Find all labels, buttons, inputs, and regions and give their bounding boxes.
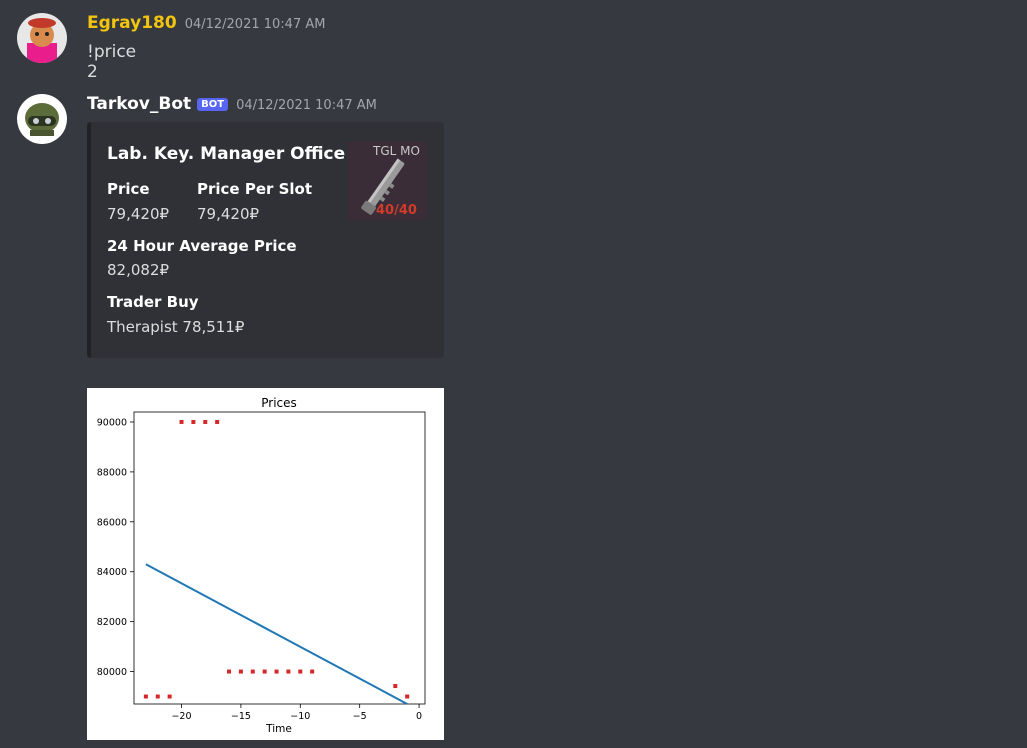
y-tick-label: 80000 — [97, 667, 127, 678]
price-chart-image[interactable]: Prices Time −20 −15 −10 −5 0 80000 82000 84000 8… — [87, 388, 444, 740]
price-point — [215, 419, 220, 424]
plot-frame — [133, 411, 426, 705]
x-tick-label: 0 — [416, 711, 422, 722]
price-point — [203, 419, 208, 424]
price-point — [262, 669, 267, 674]
price-point — [191, 419, 196, 424]
price-point — [310, 669, 315, 674]
field-trader-buy-name: Trader Buy — [107, 293, 199, 311]
user-avatar[interactable] — [17, 13, 67, 63]
price-point — [238, 669, 243, 674]
price-embed: Lab. Key. Manager Office Price 79,420₽ P… — [87, 122, 444, 358]
price-point — [167, 694, 172, 699]
y-tick-label: 86000 — [97, 517, 127, 528]
price-point — [179, 419, 184, 424]
chart-title: Prices — [261, 396, 297, 410]
price-point — [393, 684, 398, 689]
y-tick-label: 82000 — [97, 617, 127, 628]
message-content: !price 2 — [87, 42, 137, 82]
field-price-name: Price — [107, 180, 150, 198]
field-avg-price-name: 24 Hour Average Price — [107, 237, 297, 255]
timestamp: 04/12/2021 10:47 AM — [184, 17, 326, 32]
username[interactable]: Egray180 — [87, 13, 177, 33]
x-tick-label: −5 — [353, 711, 367, 722]
item-thumbnail[interactable]: TGL MO 40/40 — [348, 141, 427, 220]
message-header: Egray180 04/12/2021 10:47 AM — [87, 13, 325, 33]
x-tick-label: −10 — [290, 711, 310, 722]
thumbnail-label: TGL MO — [372, 144, 420, 158]
chart-x-axis-label: Time — [265, 723, 292, 735]
field-trader-buy-value: Therapist 78,511₽ — [107, 318, 245, 336]
price-point — [227, 669, 232, 674]
price-point — [274, 669, 279, 674]
price-point — [298, 669, 303, 674]
key-icon: TGL MO 40/40 — [348, 141, 427, 220]
x-tick-label: −20 — [171, 711, 191, 722]
price-point — [155, 694, 160, 699]
x-tick-label: −15 — [231, 711, 251, 722]
thumbnail-count: 40/40 — [376, 203, 417, 218]
y-tick-label: 88000 — [97, 467, 127, 478]
y-tick-label: 90000 — [97, 417, 127, 428]
field-avg-price-value: 82,082₽ — [107, 261, 170, 279]
field-price-per-slot-name: Price Per Slot — [197, 180, 313, 198]
trend-line — [145, 563, 408, 705]
price-chart: Prices Time −20 −15 −10 −5 0 80000 82000 84000 8… — [97, 396, 426, 735]
price-point — [286, 669, 291, 674]
timestamp: 04/12/2021 10:47 AM — [236, 98, 377, 113]
username[interactable]: Tarkov_Bot — [87, 94, 191, 114]
field-price-value: 79,420₽ — [107, 205, 170, 223]
price-point — [405, 694, 410, 699]
message-header: Tarkov_Bot BOT 04/12/2021 10:47 AM — [87, 94, 377, 114]
price-point — [250, 669, 255, 674]
price-point — [143, 694, 148, 699]
embed-title: Lab. Key. Manager Office — [107, 144, 346, 164]
bot-avatar[interactable] — [17, 94, 67, 144]
field-price-per-slot-value: 79,420₽ — [197, 205, 260, 223]
y-tick-label: 84000 — [97, 567, 127, 578]
bot-tag: BOT — [197, 98, 229, 111]
